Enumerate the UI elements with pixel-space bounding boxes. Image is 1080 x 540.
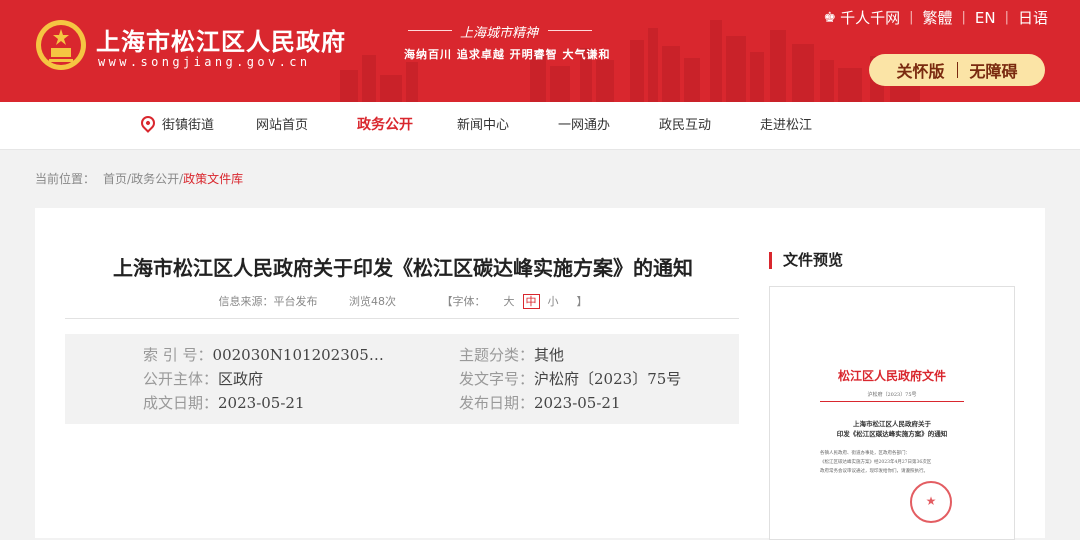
info-label: 成文日期： <box>143 394 219 412</box>
info-value: 区政府 <box>218 370 264 388</box>
font-size-control: 【字体： 大中小 】 <box>428 294 602 309</box>
divider <box>956 62 958 78</box>
top-links: ♚ 千人千网 | 繁體 | EN | 日语 <box>824 7 1048 28</box>
font-size-large[interactable]: 大 <box>504 295 515 308</box>
preview-doc-header: 松江区人民政府文件 <box>837 369 946 383</box>
official-seal-icon <box>910 481 952 523</box>
separator: | <box>909 10 914 25</box>
info-label: 主题分类： <box>459 346 535 364</box>
separator: | <box>1004 10 1009 25</box>
barrier-free-button[interactable]: 无障碍 <box>970 58 1018 82</box>
link-traditional-chinese[interactable]: 繁體 <box>922 7 952 28</box>
info-value: 沪松府〔2023〕75号 <box>534 370 682 388</box>
font-size-medium[interactable]: 中 <box>522 294 540 309</box>
info-index: 索 引 号：002030N101202305… <box>143 344 384 365</box>
separator: | <box>961 10 966 25</box>
nav-item-home[interactable]: 网站首页 <box>256 102 308 149</box>
link-thousand-sites[interactable]: 千人千网 <box>840 7 900 28</box>
preview-doc-number: 沪松府〔2023〕75号 <box>867 392 917 398</box>
info-document-number: 发文字号：沪松府〔2023〕75号 <box>459 368 681 389</box>
info-published-date: 发布日期：2023-05-21 <box>459 392 621 413</box>
info-publisher: 公开主体：区政府 <box>143 368 263 389</box>
info-category: 主题分类：其他 <box>459 344 564 365</box>
main-nav: 街镇街道 网站首页 政务公开 新闻中心 一网通办 政民互动 走进松江 <box>0 102 1080 150</box>
location-pin-icon <box>138 113 158 133</box>
national-emblem-logo <box>36 20 86 70</box>
page-title: 上海市松江区人民政府关于印发《松江区碳达峰实施方案》的通知 <box>113 256 693 280</box>
info-label: 索 引 号： <box>143 346 213 364</box>
document-info-table: 索 引 号：002030N101202305… 主题分类：其他 公开主体：区政府… <box>65 334 739 424</box>
breadcrumb-current[interactable]: 政策文件库 <box>183 172 243 186</box>
people-icon: ♚ <box>823 9 837 26</box>
content-panel: 上海市松江区人民政府关于印发《松江区碳达峰实施方案》的通知 信息来源：平台发布 … <box>35 208 1045 540</box>
font-size-label: 【字体： <box>441 295 486 308</box>
slogan-line-right <box>548 30 592 31</box>
nav-item-one-network[interactable]: 一网通办 <box>558 102 610 149</box>
preview-doc-title: 上海市松江区人民政府关于 印发《松江区碳达峰实施方案》的通知 <box>770 419 1014 439</box>
breadcrumb-label: 当前位置： <box>35 172 96 186</box>
nav-item-interaction[interactable]: 政民互动 <box>659 102 711 149</box>
view-count: 浏览48次 <box>349 295 396 308</box>
article-meta: 信息来源：平台发布 浏览48次 【字体： 大中小 】 <box>65 293 741 309</box>
preview-doc-title-line1: 上海市松江区人民政府关于 <box>853 420 931 428</box>
document-preview[interactable]: 松江区人民政府文件 沪松府〔2023〕75号 上海市松江区人民政府关于 印发《松… <box>769 286 1015 540</box>
site-header: 上海市松江区人民政府 www.songjiang.gov.cn 上海城市精神 海… <box>0 0 1080 102</box>
preview-body-line: 《松江区碳达峰实施方案》经2023年4月27日第36次区 <box>820 460 932 465</box>
preview-red-rule <box>820 401 964 402</box>
info-value: 2023-05-21 <box>534 394 621 412</box>
info-label: 公开主体： <box>143 370 219 388</box>
link-japanese[interactable]: 日语 <box>1018 7 1048 28</box>
info-value: 2023-05-21 <box>218 394 305 412</box>
info-value: 其他 <box>534 346 565 364</box>
care-mode-button[interactable]: 关怀版 <box>896 58 944 82</box>
nav-item-label: 街镇街道 <box>162 118 215 133</box>
info-value: 002030N101202305… <box>212 346 384 364</box>
divider <box>65 318 739 319</box>
slogan-line-left <box>408 30 452 31</box>
slogan-title: 上海城市精神 <box>460 26 539 41</box>
font-size-end: 】 <box>576 295 588 308</box>
nav-item-government-affairs[interactable]: 政务公开 <box>357 102 413 149</box>
nav-item-streets[interactable]: 街镇街道 <box>138 102 215 149</box>
info-label: 发文字号： <box>459 370 535 388</box>
info-source: 信息来源：平台发布 <box>218 295 318 308</box>
font-size-small[interactable]: 小 <box>548 295 559 308</box>
preview-doc-body: 各镇人民政府、街道办事处，区政府各部门： 《松江区碳达峰实施方案》经2023年4… <box>820 449 970 476</box>
site-title[interactable]: 上海市松江区人民政府 <box>96 22 346 57</box>
preview-doc-title-line2: 印发《松江区碳达峰实施方案》的通知 <box>836 430 948 438</box>
accessibility-buttons: 关怀版 无障碍 <box>869 54 1045 86</box>
nav-item-about-songjiang[interactable]: 走进松江 <box>760 102 812 149</box>
info-created-date: 成文日期：2023-05-21 <box>143 392 305 413</box>
slogan-subtitle: 海纳百川 追求卓越 开明睿智 大气谦和 <box>404 48 611 61</box>
link-english[interactable]: EN <box>975 9 996 27</box>
site-url: www.songjiang.gov.cn <box>98 55 311 69</box>
breadcrumb: 当前位置： 首页/政务公开/政策文件库 <box>35 170 243 187</box>
preview-body-line: 政府常务会议审议通过，现印发给你们，请遵照执行。 <box>820 469 928 474</box>
preview-body-line: 各镇人民政府、街道办事处，区政府各部门： <box>820 451 910 456</box>
breadcrumb-government-affairs[interactable]: 政务公开 <box>131 172 179 186</box>
breadcrumb-home[interactable]: 首页 <box>103 172 127 186</box>
preview-heading: 文件预览 <box>769 252 843 269</box>
nav-item-news[interactable]: 新闻中心 <box>457 102 509 149</box>
info-label: 发布日期： <box>459 394 535 412</box>
